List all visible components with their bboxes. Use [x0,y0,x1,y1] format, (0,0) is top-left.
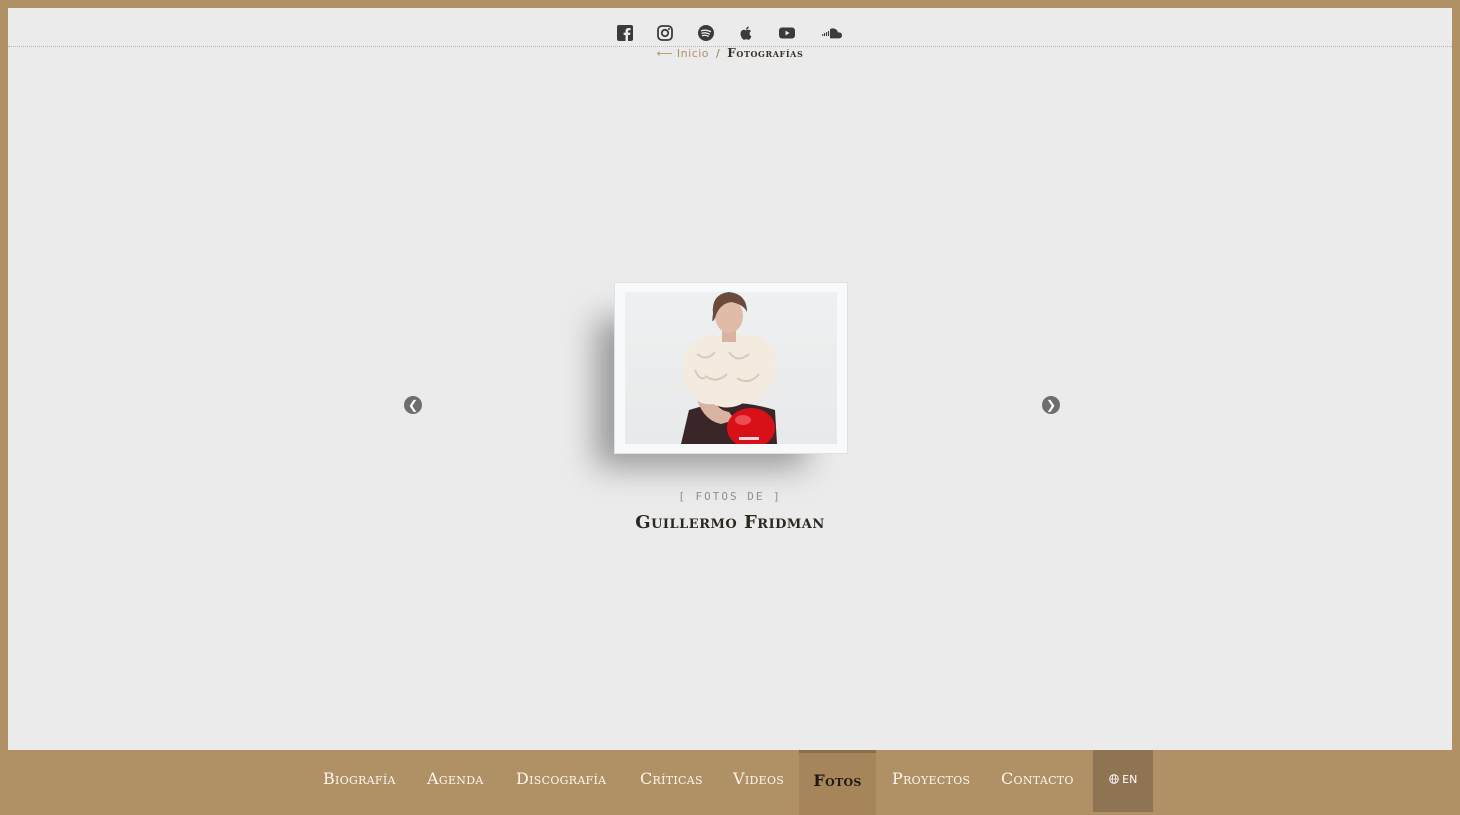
portrait-image [681,292,777,444]
language-label: EN [1122,773,1138,786]
nav-item-contacto[interactable]: Contacto [1001,750,1074,812]
language-switch[interactable]: EN [1093,750,1153,812]
globe-icon [1108,774,1119,784]
nav-item-fotos[interactable]: Fotos [799,750,876,815]
back-arrow-icon[interactable]: ⟵ [657,47,673,60]
nav-item-videos[interactable]: Videos [733,750,784,812]
breadcrumb-current: Fotografías [727,46,804,60]
nav-item-biografia[interactable]: Biografía [323,750,396,812]
instagram-icon[interactable] [656,24,674,42]
spotify-icon[interactable] [697,24,715,42]
prev-arrow-icon[interactable]: ❮ [404,396,422,414]
next-arrow-icon[interactable]: ❯ [1042,396,1060,414]
youtube-icon[interactable] [778,24,796,42]
gallery-photo-card[interactable] [614,282,848,454]
facebook-icon[interactable] [616,24,634,42]
gallery-caption-label: [ FOTOS DE ] [678,490,782,503]
main-nav: Biografía Agenda Discografía Críticas Vi… [0,750,1460,815]
gallery-caption-title: Guillermo Fridman [635,512,825,533]
nav-item-proyectos[interactable]: Proyectos [892,750,970,812]
nav-item-criticas[interactable]: Críticas [640,750,703,812]
soundcloud-icon[interactable] [822,24,844,42]
gallery-photo [625,292,837,444]
breadcrumb: ⟵ Inicio / Fotografías [8,46,1452,60]
social-bar [8,16,1452,47]
breadcrumb-home-link[interactable]: Inicio [677,47,709,60]
nav-item-agenda[interactable]: Agenda [427,750,484,812]
apple-icon[interactable] [737,24,755,42]
breadcrumb-separator: / [716,47,721,60]
page-frame: ⟵ Inicio / Fotografías ❮ ❯ [FOTOS DE] … [8,8,1452,750]
nav-item-discografia[interactable]: Discografía [516,750,606,812]
